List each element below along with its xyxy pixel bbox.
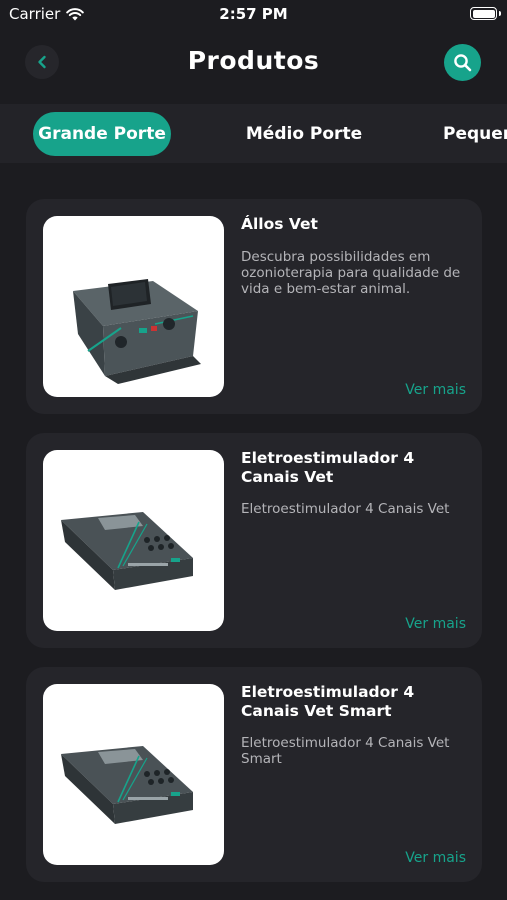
product-image [43,216,224,397]
see-more-link[interactable]: Ver mais [405,382,466,398]
see-more-link[interactable]: Ver mais [405,616,466,632]
product-title: Eletroestimulador 4 Canais Vet [241,449,415,486]
product-description: Eletroestimulador 4 Canais Vet Smart [241,735,450,767]
product-card[interactable]: Eletroestimulador 4 Canais Vet Smart Ele… [26,667,482,882]
battery-icon [470,7,501,20]
product-title: Állos Vet [241,215,318,233]
tab-pequeno-porte[interactable]: Pequeno Porte [443,112,507,156]
product-description: Descubra possibilidades em ozonioterapia… [241,249,461,297]
page-title: Produtos [187,46,320,75]
product-description: Eletroestimulador 4 Canais Vet [241,501,450,517]
search-icon [453,53,471,71]
search-button[interactable] [444,44,481,81]
product-image [43,450,224,631]
category-tabs: Grande Porte Médio Porte Pequeno Porte [0,104,507,163]
product-image [43,684,224,865]
tab-grande-porte[interactable]: Grande Porte [33,112,171,156]
tab-label: Pequeno Porte [443,124,507,144]
see-more-link[interactable]: Ver mais [405,850,466,866]
nav-bar: Produtos [0,28,507,98]
tab-label: Grande Porte [38,124,166,144]
tab-label: Médio Porte [245,124,363,144]
product-card[interactable]: Állos Vet Descubra possibilidades em ozo… [26,199,482,414]
tab-medio-porte[interactable]: Médio Porte [236,112,372,156]
status-time: 2:57 PM [219,5,288,23]
product-title: Eletroestimulador 4 Canais Vet Smart [241,683,415,720]
status-bar: Carrier 2:57 PM [0,0,507,28]
product-card[interactable]: Eletroestimulador 4 Canais Vet Eletroest… [26,433,482,648]
